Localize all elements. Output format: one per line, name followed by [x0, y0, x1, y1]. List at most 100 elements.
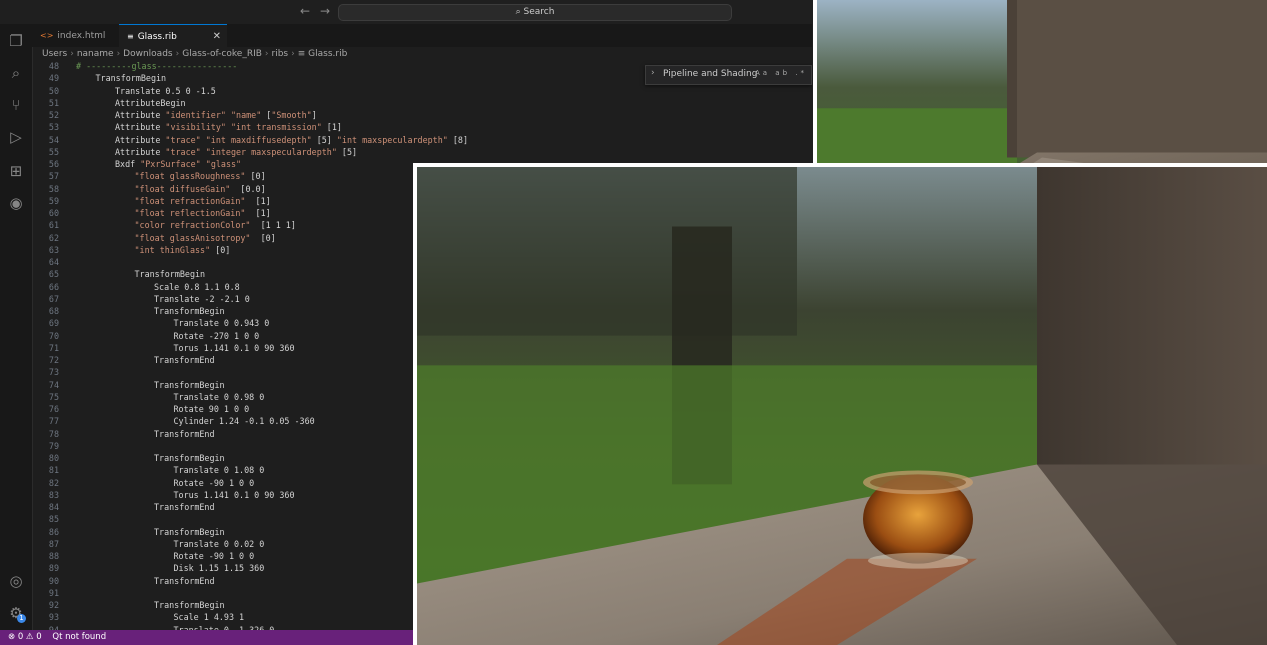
breadcrumb-item[interactable]: Glass-of-coke_RIB [182, 49, 262, 59]
line-number: 62 [48, 232, 59, 243]
find-widget[interactable]: › Pipeline and Shading Aa ab .* [645, 65, 812, 85]
line-number: 65 [48, 269, 59, 280]
code-line[interactable]: 50 Translate 0.5 0 -1.5 [32, 85, 812, 97]
line-number: 80 [48, 453, 59, 463]
line-number: 74 [48, 379, 59, 390]
title-bar: ← → ⌕ Search [0, 0, 812, 25]
line-number: 60 [48, 208, 59, 218]
line-number: 81 [48, 465, 59, 476]
html-file-icon: <> [40, 31, 54, 40]
line-number: 75 [48, 391, 59, 402]
breadcrumb-item[interactable]: naname [77, 49, 114, 59]
code-text: "float glassAnisotropy" [0] [134, 232, 276, 243]
code-line[interactable]: 53 Attribute "visibility" "int transmissi… [32, 121, 812, 133]
code-text: # ---------glass---------------- [76, 61, 238, 71]
search-icon[interactable]: ⌕ [7, 64, 25, 82]
line-number: 84 [48, 502, 59, 512]
lines-file-icon: ≡ [127, 32, 134, 41]
breadcrumb-item[interactable]: ribs [272, 49, 289, 59]
line-number: 88 [48, 551, 59, 561]
chevron-right-icon: › [116, 49, 121, 59]
line-number: 48 [48, 61, 59, 71]
code-text: Translate 0 0.943 0 [173, 318, 270, 329]
code-text: Disk 1.15 1.15 360 [173, 563, 265, 574]
activity-bar: ❐ ⌕ ⑂ ▷ ⊞ ◉ ◎ ⚙ [0, 24, 33, 630]
line-number: 59 [48, 195, 59, 206]
code-text: "float reflectionGain" [1] [134, 208, 271, 218]
line-number: 50 [48, 85, 59, 96]
breadcrumb-item[interactable]: Users [42, 49, 67, 59]
code-text: TransformBegin [154, 526, 225, 537]
code-text: Translate 0 0.98 0 [173, 391, 265, 402]
breadcrumb-item[interactable]: Glass.rib [308, 49, 347, 59]
line-number: 76 [48, 404, 59, 414]
status-message[interactable]: Qt not found [52, 632, 106, 642]
search-label: Search [523, 7, 555, 17]
code-line[interactable]: 55 Attribute "trace" "integer maxspecular… [32, 146, 812, 158]
line-number: 73 [48, 367, 59, 378]
line-number: 53 [48, 122, 59, 133]
line-number: 83 [48, 489, 59, 500]
code-line[interactable]: 51 AttributeBegin [32, 97, 812, 109]
find-input[interactable]: Pipeline and Shading [663, 69, 757, 79]
code-text: Rotate -270 1 0 0 [173, 330, 260, 341]
code-text: Attribute "visibility" "int transmission… [115, 122, 342, 133]
extensions-icon[interactable]: ⊞ [7, 162, 25, 180]
source-control-icon[interactable]: ⑂ [7, 96, 25, 114]
line-number: 89 [48, 563, 59, 574]
code-text: Scale 1 4.93 1 [173, 612, 245, 623]
back-arrow-icon[interactable]: ← [300, 4, 310, 18]
code-text: Bxdf "PxrSurface" "glass" [115, 159, 242, 169]
code-text: TransformEnd [154, 355, 215, 365]
file-lines-icon: ≡ [297, 49, 309, 59]
breadcrumb-item[interactable]: Downloads [123, 49, 172, 59]
line-number: 61 [48, 220, 59, 231]
line-number: 49 [48, 73, 59, 84]
code-text: TransformEnd [154, 575, 215, 586]
line-number: 70 [48, 330, 59, 341]
code-text: Translate 0 0.02 0 [173, 538, 265, 549]
account-icon[interactable]: ◎ [7, 572, 25, 590]
code-text: Attribute "identifier" "name" ["Smooth"] [115, 110, 317, 120]
code-line[interactable]: 54 Attribute "trace" "int maxdiffusedepth… [32, 134, 812, 146]
chevron-right-icon: › [264, 49, 269, 59]
explorer-icon[interactable]: ❐ [7, 32, 25, 50]
code-text: TransformBegin [154, 453, 225, 463]
code-text: Rotate -90 1 0 0 [173, 551, 255, 561]
line-number: 66 [48, 281, 59, 292]
problems-indicator[interactable]: ⊗ 0 ⚠ 0 [8, 632, 42, 642]
code-line[interactable]: 52 Attribute "identifier" "name" ["Smooth… [32, 109, 812, 121]
code-text: TransformBegin [95, 73, 167, 84]
line-number: 57 [48, 171, 59, 182]
line-number: 92 [48, 600, 59, 610]
line-number: 69 [48, 318, 59, 329]
code-text: Scale 0.8 1.1 0.8 [154, 281, 240, 292]
code-text: Torus 1.141 0.1 0 90 360 [173, 342, 295, 353]
line-number: 56 [48, 159, 59, 169]
code-text: Attribute "trace" "int maxdiffusedepth" … [115, 134, 468, 145]
tab-index-html[interactable]: <> index.html [32, 24, 118, 47]
line-number: 77 [48, 416, 59, 427]
code-text: "float diffuseGain" [0.0] [134, 183, 266, 194]
line-number: 51 [48, 97, 59, 108]
breadcrumb: Users › naname › Downloads › Glass-of-coke_RIB… [42, 49, 347, 59]
line-number: 82 [48, 477, 59, 488]
search-icon: ⌕ [515, 7, 521, 17]
find-options[interactable]: Aa ab .* [755, 69, 807, 77]
code-text: Torus 1.141 0.1 0 90 360 [173, 489, 295, 500]
code-text: "int thinGlass" [0] [134, 244, 231, 255]
code-text: Translate -2 -2.1 0 [154, 293, 250, 304]
chevron-right-icon[interactable]: › [651, 68, 655, 78]
render-preview-large [413, 163, 1267, 645]
close-tab-icon[interactable]: ✕ [213, 25, 221, 48]
line-number: 63 [48, 244, 59, 255]
command-center-search[interactable]: ⌕ Search [338, 4, 732, 21]
forward-arrow-icon[interactable]: → [320, 4, 330, 18]
line-number: 52 [48, 110, 59, 120]
tab-glass-rib[interactable]: ≡ Glass.rib ✕ [119, 24, 227, 47]
line-number: 64 [48, 257, 59, 267]
code-text: AttributeBegin [115, 97, 186, 108]
run-debug-icon[interactable]: ▷ [7, 128, 25, 146]
unreal-engine-icon[interactable]: ◉ [7, 194, 25, 212]
line-number: 67 [48, 293, 59, 304]
